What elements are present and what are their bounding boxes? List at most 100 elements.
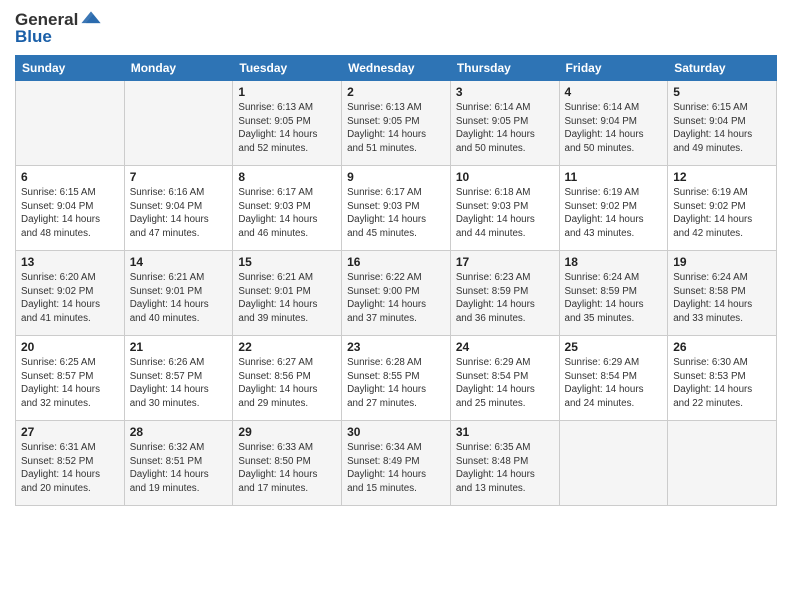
day-number: 11 <box>565 170 663 184</box>
calendar-cell: 9 Sunrise: 6:17 AM Sunset: 9:03 PM Daylig… <box>342 166 451 251</box>
day-header-monday: Monday <box>124 56 233 81</box>
day-number: 27 <box>21 425 119 439</box>
calendar-cell: 16 Sunrise: 6:22 AM Sunset: 9:00 PM Dayli… <box>342 251 451 336</box>
day-info: Sunrise: 6:15 AM Sunset: 9:04 PM Dayligh… <box>673 101 771 156</box>
day-header-sunday: Sunday <box>16 56 125 81</box>
day-number: 7 <box>130 170 228 184</box>
day-info: Sunrise: 6:19 AM Sunset: 9:02 PM Dayligh… <box>565 186 663 241</box>
day-number: 14 <box>130 255 228 269</box>
day-number: 30 <box>347 425 445 439</box>
day-number: 20 <box>21 340 119 354</box>
day-info: Sunrise: 6:34 AM Sunset: 8:49 PM Dayligh… <box>347 441 445 496</box>
day-header-thursday: Thursday <box>450 56 559 81</box>
calendar-cell: 11 Sunrise: 6:19 AM Sunset: 9:02 PM Dayli… <box>559 166 668 251</box>
calendar-cell <box>668 421 777 506</box>
calendar-week-row: 13 Sunrise: 6:20 AM Sunset: 9:02 PM Dayli… <box>16 251 777 336</box>
calendar-cell <box>16 81 125 166</box>
calendar-cell: 10 Sunrise: 6:18 AM Sunset: 9:03 PM Dayli… <box>450 166 559 251</box>
day-header-friday: Friday <box>559 56 668 81</box>
day-info: Sunrise: 6:23 AM Sunset: 8:59 PM Dayligh… <box>456 271 554 326</box>
day-number: 13 <box>21 255 119 269</box>
logo: General Blue <box>15 10 102 47</box>
calendar-cell: 17 Sunrise: 6:23 AM Sunset: 8:59 PM Dayli… <box>450 251 559 336</box>
calendar-cell: 2Sunrise: 6:13 AM Sunset: 9:05 PM Daylig… <box>342 81 451 166</box>
calendar-cell: 6 Sunrise: 6:15 AM Sunset: 9:04 PM Daylig… <box>16 166 125 251</box>
day-info: Sunrise: 6:19 AM Sunset: 9:02 PM Dayligh… <box>673 186 771 241</box>
day-number: 23 <box>347 340 445 354</box>
day-number: 24 <box>456 340 554 354</box>
day-info: Sunrise: 6:26 AM Sunset: 8:57 PM Dayligh… <box>130 356 228 411</box>
day-number: 3 <box>456 85 554 99</box>
day-number: 29 <box>238 425 336 439</box>
day-info: Sunrise: 6:33 AM Sunset: 8:50 PM Dayligh… <box>238 441 336 496</box>
day-header-wednesday: Wednesday <box>342 56 451 81</box>
day-info: Sunrise: 6:24 AM Sunset: 8:58 PM Dayligh… <box>673 271 771 326</box>
day-info: Sunrise: 6:28 AM Sunset: 8:55 PM Dayligh… <box>347 356 445 411</box>
page: General Blue SundayMondayTuesdayWednesda… <box>0 0 792 612</box>
day-number: 1 <box>238 85 336 99</box>
day-info: Sunrise: 6:20 AM Sunset: 9:02 PM Dayligh… <box>21 271 119 326</box>
calendar-cell: 13 Sunrise: 6:20 AM Sunset: 9:02 PM Dayli… <box>16 251 125 336</box>
day-number: 10 <box>456 170 554 184</box>
calendar-week-row: 27 Sunrise: 6:31 AM Sunset: 8:52 PM Dayli… <box>16 421 777 506</box>
calendar-cell: 26Sunrise: 6:30 AM Sunset: 8:53 PM Dayli… <box>668 336 777 421</box>
calendar-cell: 8Sunrise: 6:17 AM Sunset: 9:03 PM Daylig… <box>233 166 342 251</box>
calendar-cell: 22 Sunrise: 6:27 AM Sunset: 8:56 PM Dayli… <box>233 336 342 421</box>
calendar-cell: 14 Sunrise: 6:21 AM Sunset: 9:01 PM Dayli… <box>124 251 233 336</box>
calendar-cell: 31 Sunrise: 6:35 AM Sunset: 8:48 PM Dayli… <box>450 421 559 506</box>
day-number: 6 <box>21 170 119 184</box>
day-number: 19 <box>673 255 771 269</box>
day-number: 9 <box>347 170 445 184</box>
calendar-cell: 30 Sunrise: 6:34 AM Sunset: 8:49 PM Dayli… <box>342 421 451 506</box>
day-number: 16 <box>347 255 445 269</box>
day-info: Sunrise: 6:35 AM Sunset: 8:48 PM Dayligh… <box>456 441 554 496</box>
day-info: Sunrise: 6:31 AM Sunset: 8:52 PM Dayligh… <box>21 441 119 496</box>
calendar-cell: 20 Sunrise: 6:25 AM Sunset: 8:57 PM Dayli… <box>16 336 125 421</box>
calendar-cell: 4Sunrise: 6:14 AM Sunset: 9:04 PM Daylig… <box>559 81 668 166</box>
calendar-cell: 18 Sunrise: 6:24 AM Sunset: 8:59 PM Dayli… <box>559 251 668 336</box>
day-info: Sunrise: 6:29 AM Sunset: 8:54 PM Dayligh… <box>456 356 554 411</box>
logo-icon <box>80 7 102 29</box>
day-info: Sunrise: 6:21 AM Sunset: 9:01 PM Dayligh… <box>130 271 228 326</box>
day-info: Sunrise: 6:14 AM Sunset: 9:04 PM Dayligh… <box>565 101 663 156</box>
day-number: 21 <box>130 340 228 354</box>
calendar-cell: 15Sunrise: 6:21 AM Sunset: 9:01 PM Dayli… <box>233 251 342 336</box>
calendar-cell: 3Sunrise: 6:14 AM Sunset: 9:05 PM Daylig… <box>450 81 559 166</box>
calendar-cell: 27 Sunrise: 6:31 AM Sunset: 8:52 PM Dayli… <box>16 421 125 506</box>
day-info: Sunrise: 6:18 AM Sunset: 9:03 PM Dayligh… <box>456 186 554 241</box>
calendar-cell: 23 Sunrise: 6:28 AM Sunset: 8:55 PM Dayli… <box>342 336 451 421</box>
day-number: 5 <box>673 85 771 99</box>
day-number: 28 <box>130 425 228 439</box>
calendar-week-row: 20 Sunrise: 6:25 AM Sunset: 8:57 PM Dayli… <box>16 336 777 421</box>
calendar-cell: 21 Sunrise: 6:26 AM Sunset: 8:57 PM Dayli… <box>124 336 233 421</box>
calendar-cell <box>559 421 668 506</box>
day-info: Sunrise: 6:22 AM Sunset: 9:00 PM Dayligh… <box>347 271 445 326</box>
day-number: 18 <box>565 255 663 269</box>
day-info: Sunrise: 6:15 AM Sunset: 9:04 PM Dayligh… <box>21 186 119 241</box>
calendar-week-row: 1 Sunrise: 6:13 AM Sunset: 9:05 PM Daylig… <box>16 81 777 166</box>
calendar-cell: 25Sunrise: 6:29 AM Sunset: 8:54 PM Dayli… <box>559 336 668 421</box>
calendar-cell: 12 Sunrise: 6:19 AM Sunset: 9:02 PM Dayli… <box>668 166 777 251</box>
day-info: Sunrise: 6:27 AM Sunset: 8:56 PM Dayligh… <box>238 356 336 411</box>
calendar-cell: 28 Sunrise: 6:32 AM Sunset: 8:51 PM Dayli… <box>124 421 233 506</box>
day-info: Sunrise: 6:17 AM Sunset: 9:03 PM Dayligh… <box>347 186 445 241</box>
calendar-cell: 29 Sunrise: 6:33 AM Sunset: 8:50 PM Dayli… <box>233 421 342 506</box>
day-number: 22 <box>238 340 336 354</box>
calendar-cell: 24 Sunrise: 6:29 AM Sunset: 8:54 PM Dayli… <box>450 336 559 421</box>
day-info: Sunrise: 6:24 AM Sunset: 8:59 PM Dayligh… <box>565 271 663 326</box>
day-number: 17 <box>456 255 554 269</box>
calendar-week-row: 6 Sunrise: 6:15 AM Sunset: 9:04 PM Daylig… <box>16 166 777 251</box>
calendar-cell: 19 Sunrise: 6:24 AM Sunset: 8:58 PM Dayli… <box>668 251 777 336</box>
day-header-tuesday: Tuesday <box>233 56 342 81</box>
day-info: Sunrise: 6:30 AM Sunset: 8:53 PM Dayligh… <box>673 356 771 411</box>
day-info: Sunrise: 6:25 AM Sunset: 8:57 PM Dayligh… <box>21 356 119 411</box>
day-info: Sunrise: 6:13 AM Sunset: 9:05 PM Dayligh… <box>238 101 336 156</box>
calendar-cell: 7 Sunrise: 6:16 AM Sunset: 9:04 PM Daylig… <box>124 166 233 251</box>
day-number: 31 <box>456 425 554 439</box>
calendar-cell: 1 Sunrise: 6:13 AM Sunset: 9:05 PM Daylig… <box>233 81 342 166</box>
day-info: Sunrise: 6:32 AM Sunset: 8:51 PM Dayligh… <box>130 441 228 496</box>
day-number: 12 <box>673 170 771 184</box>
day-info: Sunrise: 6:17 AM Sunset: 9:03 PM Dayligh… <box>238 186 336 241</box>
day-info: Sunrise: 6:16 AM Sunset: 9:04 PM Dayligh… <box>130 186 228 241</box>
day-info: Sunrise: 6:21 AM Sunset: 9:01 PM Dayligh… <box>238 271 336 326</box>
